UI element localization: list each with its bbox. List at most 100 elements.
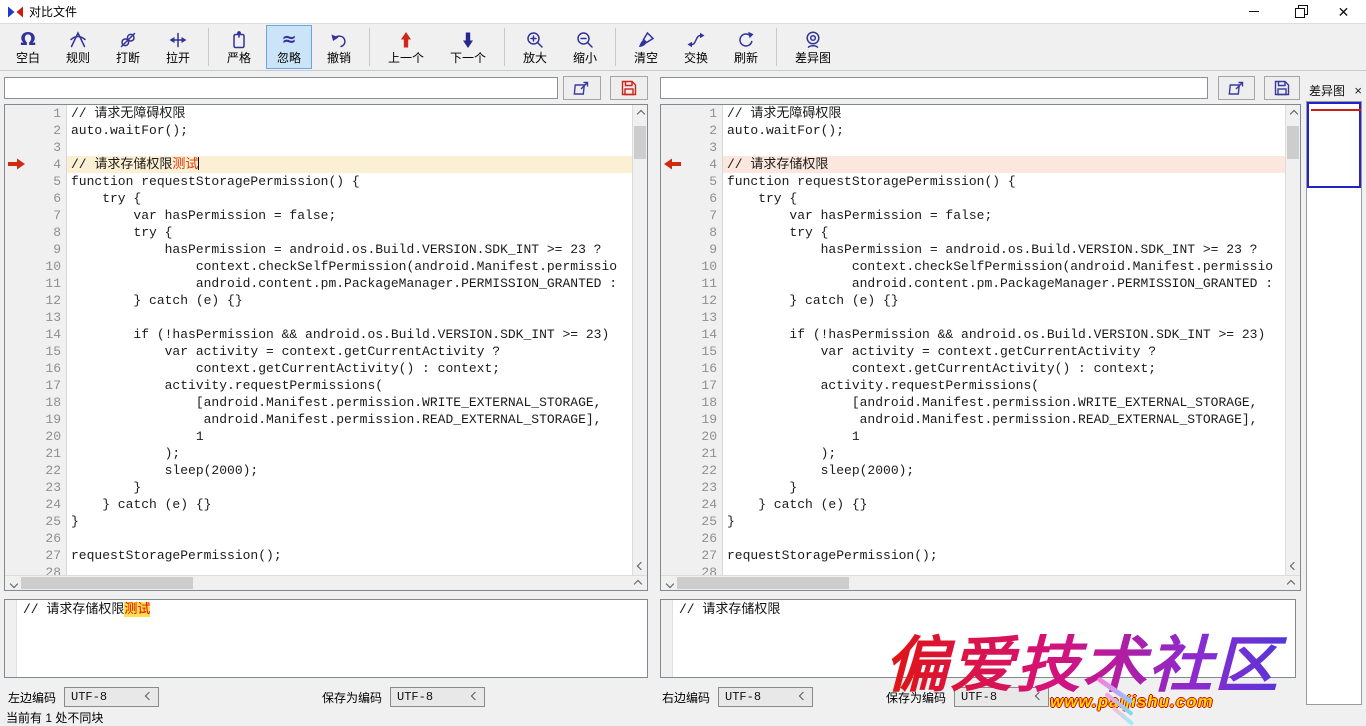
code-line[interactable]: 15 var activity = context.getCurrentActi… [5,343,632,360]
code-text: // 请求无障碍权限 [723,105,1285,122]
scrollbar-thumb[interactable] [1287,126,1299,159]
left-open-button[interactable] [563,76,601,100]
code-line[interactable]: 22 sleep(2000); [5,462,632,479]
code-line[interactable]: 13 [5,309,632,326]
code-line[interactable]: 24 } catch (e) {} [661,496,1285,513]
code-line[interactable]: 12 } catch (e) {} [5,292,632,309]
code-line[interactable]: 23 } [661,479,1285,496]
code-line[interactable]: 16 context.getCurrentActivity() : contex… [661,360,1285,377]
right-save-encoding-group: 保存为编码 UTF-8 [886,687,1049,707]
code-line[interactable]: 11 android.content.pm.PackageManager.PER… [5,275,632,292]
toolbar-button-next[interactable]: 下一个 [439,25,497,69]
code-line[interactable]: 9 hasPermission = android.os.Build.VERSI… [5,241,632,258]
toolbar-button-clear[interactable]: 清空 [623,25,669,69]
code-line[interactable]: 5function requestStoragePermission() { [661,173,1285,190]
left-vertical-scrollbar[interactable] [632,105,647,575]
code-line[interactable]: 24 } catch (e) {} [5,496,632,513]
toolbar-button-prev[interactable]: 上一个 [377,25,435,69]
code-line[interactable]: 7 var hasPermission = false; [5,207,632,224]
code-line[interactable]: 21 ); [661,445,1285,462]
scrollbar-thumb[interactable] [21,577,193,589]
code-line[interactable]: 15 var activity = context.getCurrentActi… [661,343,1285,360]
toolbar-button-swap[interactable]: 交换 [673,25,719,69]
left-horizontal-scrollbar[interactable] [5,575,647,590]
code-line[interactable]: 3 [5,139,632,156]
code-line[interactable]: 18 [android.Manifest.permission.WRITE_EX… [661,394,1285,411]
scrollbar-thumb[interactable] [634,126,646,159]
toolbar-button-undo[interactable]: 撤销 [316,25,362,69]
code-line[interactable]: 8 try { [661,224,1285,241]
code-line[interactable]: 26 [5,530,632,547]
code-line[interactable]: 17 activity.requestPermissions( [5,377,632,394]
code-line[interactable]: 11 android.content.pm.PackageManager.PER… [661,275,1285,292]
code-line[interactable]: 20 1 [661,428,1285,445]
code-line[interactable]: 22 sleep(2000); [661,462,1285,479]
code-line[interactable]: 26 [661,530,1285,547]
toolbar-button-ignore[interactable]: ≈忽略 [266,25,312,69]
code-line[interactable]: 17 activity.requestPermissions( [661,377,1285,394]
right-open-button[interactable] [1218,76,1255,100]
code-line[interactable]: 6 try { [5,190,632,207]
code-line[interactable]: 5function requestStoragePermission() { [5,173,632,190]
right-file-path-input[interactable] [660,77,1208,99]
diffmap-overview[interactable] [1306,101,1362,705]
toolbar-button-omega[interactable]: Ω空白 [5,25,51,69]
right-vertical-scrollbar[interactable] [1285,105,1300,575]
code-line[interactable]: 27requestStoragePermission(); [661,547,1285,564]
code-line[interactable]: 1// 请求无障碍权限 [5,105,632,122]
restore-button[interactable] [1276,0,1321,23]
toolbar-button-diffmap[interactable]: 差异图 [784,25,842,69]
code-line[interactable]: 7 var hasPermission = false; [661,207,1285,224]
left-file-path-input[interactable] [4,77,558,99]
code-line[interactable]: 13 [661,309,1285,326]
code-line[interactable]: 10 context.checkSelfPermission(android.M… [5,258,632,275]
right-save-button[interactable] [1264,76,1300,100]
left-code-area[interactable]: 1// 请求无障碍权限2auto.waitFor();34// 请求存储权限测试… [5,105,632,575]
code-line[interactable]: 28 [661,564,1285,575]
code-line[interactable]: 4// 请求存储权限 [661,156,1285,173]
code-line[interactable]: 19 android.Manifest.permission.READ_EXTE… [5,411,632,428]
code-line[interactable]: 1// 请求无障碍权限 [661,105,1285,122]
code-line[interactable]: 12 } catch (e) {} [661,292,1285,309]
code-line[interactable]: 6 try { [661,190,1285,207]
code-line[interactable]: 28 [5,564,632,575]
left-save-button[interactable] [610,76,648,100]
code-line[interactable]: 27requestStoragePermission(); [5,547,632,564]
right-save-encoding-select[interactable]: UTF-8 [954,687,1049,707]
toolbar-button-break[interactable]: 打断 [105,25,151,69]
code-line[interactable]: 2auto.waitFor(); [661,122,1285,139]
code-line[interactable]: 9 hasPermission = android.os.Build.VERSI… [661,241,1285,258]
toolbar-button-rule[interactable]: 规则 [55,25,101,69]
code-line[interactable]: 16 context.getCurrentActivity() : contex… [5,360,632,377]
code-line[interactable]: 4// 请求存储权限测试 [5,156,632,173]
code-line[interactable]: 10 context.checkSelfPermission(android.M… [661,258,1285,275]
code-line[interactable]: 14 if (!hasPermission && android.os.Buil… [5,326,632,343]
toolbar-button-strict[interactable]: 严格 [216,25,262,69]
left-save-encoding-select[interactable]: UTF-8 [390,687,485,707]
code-line[interactable]: 25} [5,513,632,530]
toolbar-button-refresh[interactable]: 刷新 [723,25,769,69]
code-line[interactable]: 14 if (!hasPermission && android.os.Buil… [661,326,1285,343]
code-line[interactable]: 25} [661,513,1285,530]
toolbar-button-pull[interactable]: 拉开 [155,25,201,69]
code-line[interactable]: 20 1 [5,428,632,445]
diffmap-close-icon[interactable]: × [1354,83,1362,98]
right-code-area[interactable]: 1// 请求无障碍权限2auto.waitFor();34// 请求存储权限5f… [661,105,1285,575]
scrollbar-thumb[interactable] [677,577,849,589]
code-line[interactable]: 2auto.waitFor(); [5,122,632,139]
toolbar-button-zoomout[interactable]: 缩小 [562,25,608,69]
close-button[interactable]: ✕ [1321,0,1366,23]
left-encoding-select[interactable]: UTF-8 [64,687,159,707]
code-line[interactable]: 19 android.Manifest.permission.READ_EXTE… [661,411,1285,428]
diffmap-viewport[interactable] [1307,102,1361,188]
code-line[interactable]: 8 try { [5,224,632,241]
minimize-button[interactable] [1231,0,1276,23]
right-horizontal-scrollbar[interactable] [661,575,1300,590]
code-line[interactable]: 18 [android.Manifest.permission.WRITE_EX… [5,394,632,411]
code-line[interactable]: 3 [661,139,1285,156]
code-line[interactable]: 23 } [5,479,632,496]
line-number: 10 [5,258,67,275]
code-line[interactable]: 21 ); [5,445,632,462]
toolbar-button-zoomin[interactable]: 放大 [512,25,558,69]
right-encoding-select[interactable]: UTF-8 [718,687,813,707]
